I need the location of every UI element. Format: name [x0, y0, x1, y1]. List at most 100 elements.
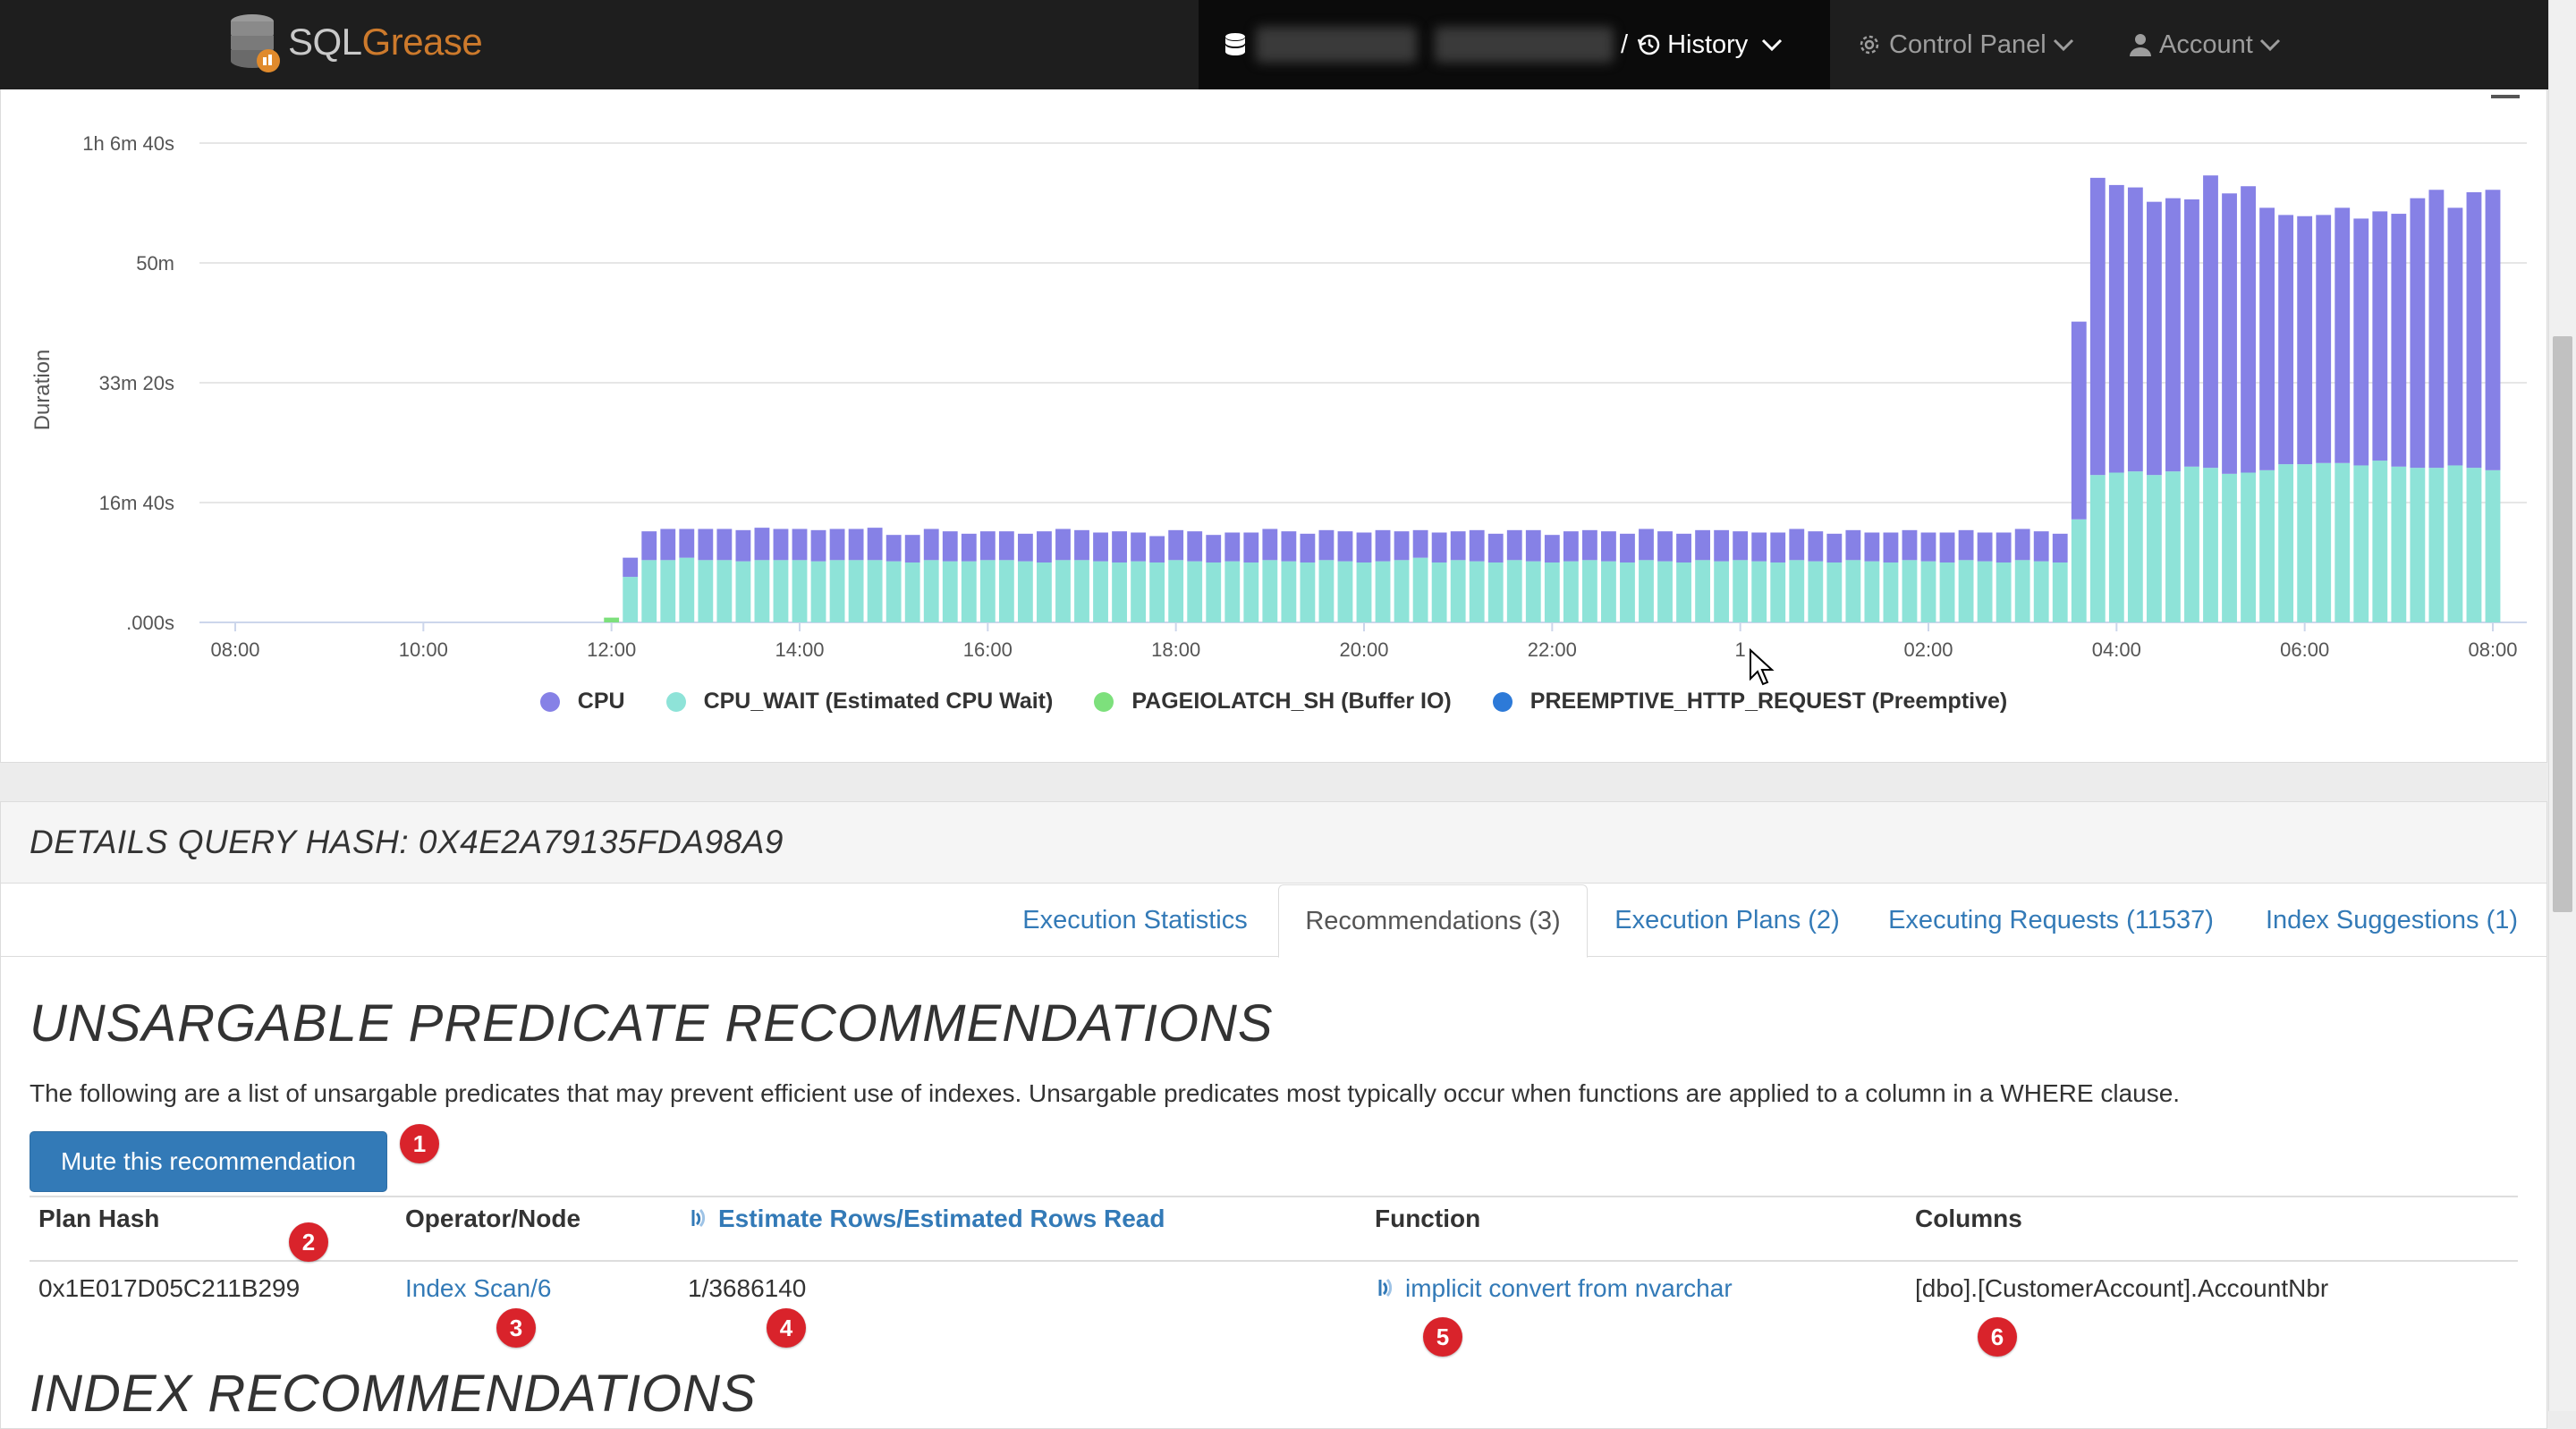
bar-segment — [1714, 561, 1730, 622]
legend-dot-icon — [539, 691, 560, 712]
bar-segment — [923, 560, 939, 622]
bar-segment — [2127, 471, 2143, 622]
bar-segment — [1525, 529, 1541, 562]
database-icon — [1225, 33, 1245, 55]
cell-columns: [dbo].[CustomerAccount].AccountNbr — [1915, 1274, 2329, 1302]
bar-segment — [1375, 529, 1391, 562]
column-header-estimate-rows[interactable]: Estimate Rows/Estimated Rows Read — [688, 1205, 1165, 1233]
bar-segment — [1318, 560, 1335, 622]
tab-execution-plans[interactable]: Execution Plans (2) — [1591, 884, 1863, 956]
bar-segment — [1243, 562, 1259, 622]
x-tick-label: 1 — [1735, 638, 1746, 661]
bar-segment — [679, 528, 695, 558]
bar-segment — [942, 561, 958, 622]
bar-segment — [2259, 469, 2275, 622]
bar-segment — [2391, 466, 2407, 622]
bar-segment — [2278, 215, 2294, 465]
legend-dot-icon — [1094, 691, 1114, 712]
x-tick-label: 12:00 — [587, 638, 636, 661]
bar-segment — [735, 561, 751, 622]
page-scrollbar[interactable] — [2548, 0, 2576, 1411]
bar-segment — [2052, 562, 2068, 622]
bar-segment — [1356, 562, 1372, 622]
bar-segment — [998, 560, 1014, 622]
annotation-badge-2: 2 — [289, 1222, 328, 1262]
control-panel-label: Control Panel — [1889, 30, 2046, 59]
legend-item-pageiolatch[interactable]: PAGEIOLATCH_SH (Buffer IO) — [1094, 689, 1452, 714]
bar-segment — [2222, 193, 2237, 474]
tab-recommendations[interactable]: Recommendations (3) — [1278, 884, 1588, 958]
account-menu[interactable]: Account — [2129, 0, 2289, 89]
bar-segment — [848, 528, 864, 561]
bar-segment — [1996, 532, 2012, 562]
bar-segment — [1281, 561, 1297, 622]
chevron-down-icon — [1762, 38, 1783, 52]
legend-item-cpu-wait[interactable]: CPU_WAIT (Estimated CPU Wait) — [665, 689, 1054, 714]
tab-execution-statistics[interactable]: Execution Statistics — [994, 884, 1276, 956]
x-tick-label: 06:00 — [2280, 638, 2329, 661]
sqlgrease-logo[interactable]: SQLGrease — [227, 11, 483, 73]
bar-segment — [1281, 531, 1297, 562]
bar-segment — [998, 531, 1014, 561]
chevron-down-icon — [2259, 38, 2280, 52]
column-header-label: Estimate Rows/Estimated Rows Read — [718, 1205, 1165, 1232]
bar-segment — [1037, 531, 1052, 562]
bar-segment — [1563, 531, 1579, 562]
server-history-nav[interactable]: / History — [1199, 0, 1830, 89]
top-navbar: SQLGrease / History Control Panel Accoun… — [0, 0, 2549, 89]
x-tick-label: 08:00 — [210, 638, 259, 661]
bar-segment — [1412, 557, 1428, 622]
bar-segment — [1506, 529, 1522, 561]
database-logo-icon — [231, 14, 280, 72]
cell-function-link[interactable]: implicit convert from nvarchar — [1375, 1274, 1733, 1303]
bar-segment — [1187, 561, 1203, 622]
legend-item-cpu[interactable]: CPU — [539, 689, 625, 714]
bar-segment — [773, 528, 789, 561]
control-panel-menu[interactable]: Control Panel — [1857, 0, 2082, 89]
bar-segment — [2089, 177, 2106, 476]
bar-segment — [1977, 561, 1993, 622]
bar-segment — [1883, 532, 1899, 562]
bar-segment — [1469, 529, 1485, 562]
legend-item-preemptive[interactable]: PREEMPTIVE_HTTP_REQUEST (Preemptive) — [1492, 689, 2007, 714]
bar-segment — [1789, 560, 1805, 622]
bar-segment — [1469, 561, 1485, 622]
bar-segment — [2071, 321, 2087, 520]
bar-segment — [1206, 562, 1222, 622]
bar-segment — [2447, 465, 2463, 622]
bar-segment — [1601, 561, 1616, 622]
tab-executing-requests[interactable]: Executing Requests (11537) — [1870, 884, 2232, 956]
mute-recommendation-button[interactable]: Mute this recommendation — [30, 1131, 387, 1192]
x-tick-label: 08:00 — [2468, 638, 2517, 661]
bar-segment — [1131, 532, 1147, 562]
bar-segment — [942, 531, 958, 562]
bar-segment — [2447, 207, 2463, 466]
bar-segment — [2278, 464, 2294, 622]
legend-label: CPU — [577, 689, 625, 714]
bar-segment — [1055, 560, 1071, 622]
tab-index-suggestions[interactable]: Index Suggestions (1) — [2237, 884, 2546, 956]
bar-segment — [1939, 562, 1955, 622]
scrollbar-thumb[interactable] — [2553, 336, 2572, 912]
legend-label: CPU_WAIT (Estimated CPU Wait) — [703, 689, 1054, 714]
bar-segment — [1149, 562, 1165, 622]
info-link-icon — [1378, 1278, 1393, 1298]
cell-operator-node-link[interactable]: Index Scan/6 — [405, 1274, 551, 1303]
bar-segment — [1074, 560, 1089, 622]
x-tick-label: 20:00 — [1339, 638, 1388, 661]
column-header-plan-hash: Plan Hash — [38, 1205, 160, 1232]
breadcrumb-separator: / — [1621, 30, 1629, 59]
history-label: History — [1667, 30, 1749, 59]
bar-segment — [1751, 532, 1767, 562]
bar-segment — [2108, 184, 2124, 473]
bar-segment — [1206, 535, 1222, 562]
bar-segment — [1431, 532, 1447, 562]
bar-segment — [1037, 562, 1052, 622]
bar-segment — [2428, 190, 2445, 469]
bar-segment — [829, 528, 845, 561]
x-tick-label: 14:00 — [775, 638, 824, 661]
bar-segment — [1864, 532, 1880, 562]
bar-segment — [1676, 533, 1691, 562]
chart-legend: CPU CPU_WAIT (Estimated CPU Wait) PAGEIO… — [1, 689, 2546, 714]
bar-segment — [1055, 528, 1071, 561]
